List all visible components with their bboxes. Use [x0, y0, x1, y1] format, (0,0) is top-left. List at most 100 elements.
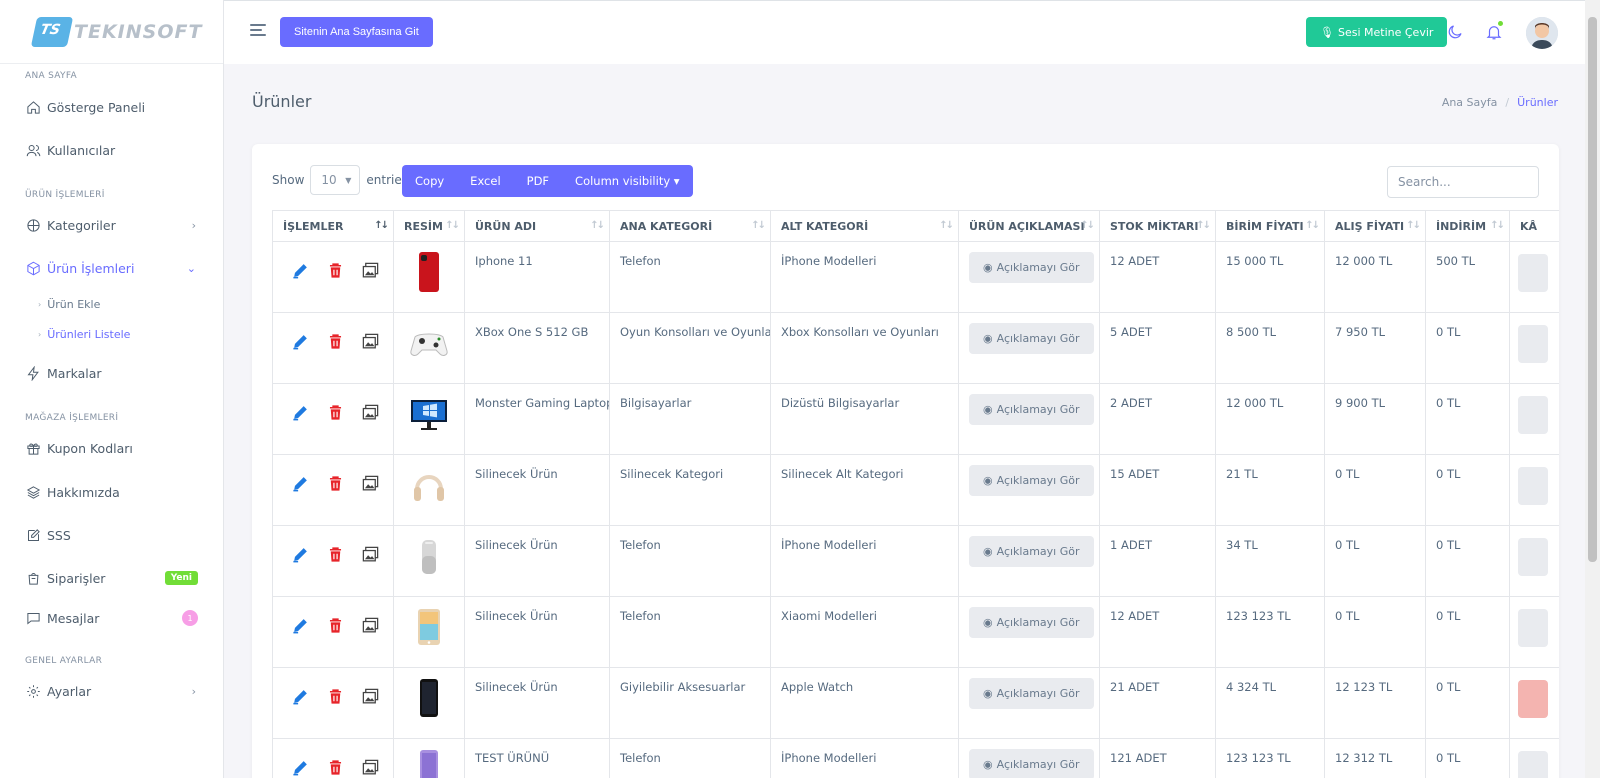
notification-dot — [1496, 19, 1505, 28]
image-gallery-icon[interactable] — [361, 687, 380, 706]
delete-trash-icon[interactable] — [326, 545, 345, 564]
edit-pencil-icon[interactable] — [291, 545, 310, 564]
image-gallery-icon[interactable] — [361, 403, 380, 422]
col-unit-price-header[interactable]: BİRİM FİYATI ↑↓ — [1215, 210, 1325, 242]
unit-price-cell: 123 123 TL — [1215, 596, 1325, 668]
col-image-header[interactable]: RESİM ↑↓ — [393, 210, 465, 242]
image-gallery-icon[interactable] — [361, 261, 380, 280]
buy-price-cell: 0 TL — [1324, 525, 1426, 597]
delete-trash-icon[interactable] — [326, 332, 345, 351]
excel-button[interactable]: Excel — [457, 174, 513, 188]
view-description-button[interactable]: ◉ Açıklamayı Gör — [969, 323, 1094, 354]
view-description-button[interactable]: ◉ Açıklamayı Gör — [969, 465, 1094, 496]
search-input[interactable] — [1387, 166, 1539, 198]
unit-price-cell: 34 TL — [1215, 525, 1325, 597]
avatar[interactable] — [1526, 17, 1558, 49]
pdf-button[interactable]: PDF — [514, 174, 562, 188]
buy-price-cell: 0 TL — [1324, 596, 1426, 668]
delete-trash-icon[interactable] — [326, 758, 345, 777]
breadcrumb-home[interactable]: Ana Sayfa — [1442, 96, 1498, 109]
edit-pencil-icon[interactable] — [291, 474, 310, 493]
table-row: Monster Gaming Laptop Bilgisayarlar Dizüst… — [272, 383, 1559, 455]
edit-pencil-icon[interactable] — [291, 403, 310, 422]
image-gallery-icon[interactable] — [361, 474, 380, 493]
view-description-button[interactable]: ◉ Açıklamayı Gör — [969, 252, 1094, 283]
shopping-bag-icon — [25, 570, 41, 586]
col-sub-category-header[interactable]: ALT KATEGORİ ↑↓ — [770, 210, 959, 242]
sidebar-item-about[interactable]: Hakkımızda — [25, 481, 198, 503]
speech-to-text-button[interactable]: 🎙 Sesi Metine Çevir — [1306, 17, 1448, 47]
moon-icon[interactable] — [1446, 23, 1464, 41]
profit-cell — [1509, 738, 1559, 778]
sidebar-item-dashboard[interactable]: Gösterge Paneli — [25, 96, 198, 118]
menu-toggle-icon[interactable] — [250, 24, 266, 39]
image-gallery-icon[interactable] — [361, 545, 380, 564]
delete-trash-icon[interactable] — [326, 474, 345, 493]
sidebar-subitem-product-list[interactable]: › Ürünleri Listele — [38, 328, 130, 341]
sidebar-subitem-label: Ürünleri Listele — [47, 328, 131, 341]
sidebar-item-categories[interactable]: Kategoriler › — [25, 214, 198, 236]
edit-pencil-icon[interactable] — [291, 616, 310, 635]
bell-icon[interactable] — [1485, 19, 1505, 41]
page-scrollbar[interactable] — [1585, 0, 1600, 778]
delete-trash-icon[interactable] — [326, 261, 345, 280]
col-profit-header[interactable]: KÂ — [1509, 210, 1559, 242]
col-discount-header[interactable]: İNDİRİM ↑↓ — [1425, 210, 1510, 242]
brand-logo[interactable]: TS TEKINSOFT — [0, 0, 223, 64]
edit-pencil-icon[interactable] — [291, 261, 310, 280]
sub-category-cell: Apple Watch — [770, 667, 959, 739]
delete-trash-icon[interactable] — [326, 403, 345, 422]
col-buy-price-header[interactable]: ALIŞ FİYATI ↑↓ — [1324, 210, 1426, 242]
sidebar-item-messages[interactable]: Mesajlar 1 — [25, 607, 198, 629]
edit-pencil-icon[interactable] — [291, 758, 310, 777]
sidebar-item-faq[interactable]: SSS — [25, 524, 198, 546]
col-product-name-header[interactable]: ÜRÜN ADI ↑↓ — [464, 210, 610, 242]
edit-pencil-icon[interactable] — [291, 687, 310, 706]
go-to-site-button[interactable]: Sitenin Ana Sayfasına Git — [280, 17, 433, 47]
profit-cell — [1509, 241, 1559, 313]
column-header-label: RESİM — [404, 219, 443, 233]
edit-pencil-icon[interactable] — [291, 332, 310, 351]
sidebar-subitem-product-add[interactable]: › Ürün Ekle — [38, 298, 100, 311]
description-cell: ◉ Açıklamayı Gör — [958, 312, 1100, 384]
col-actions-header[interactable]: İŞLEMLER ↑↓ — [272, 210, 394, 242]
delete-trash-icon[interactable] — [326, 616, 345, 635]
sidebar-item-brands[interactable]: Markalar — [25, 362, 198, 384]
image-gallery-icon[interactable] — [361, 616, 380, 635]
col-main-category-header[interactable]: ANA KATEGORİ ↑↓ — [609, 210, 771, 242]
image-cell — [393, 383, 465, 455]
sidebar-item-product-ops[interactable]: Ürün İşlemleri ⌄ — [25, 257, 198, 279]
row-actions — [283, 396, 383, 422]
product-name-cell: Monster Gaming Laptop — [464, 383, 610, 455]
sidebar-item-coupons[interactable]: Kupon Kodları — [25, 437, 198, 459]
image-gallery-icon[interactable] — [361, 758, 380, 777]
sidebar-item-label: Markalar — [47, 365, 102, 381]
sidebar-item-settings[interactable]: Ayarlar › — [25, 680, 198, 702]
sidebar-item-users[interactable]: Kullanıcılar — [25, 139, 198, 161]
product-name-cell: XBox One S 512 GB — [464, 312, 610, 384]
image-cell — [393, 241, 465, 313]
col-description-header[interactable]: ÜRÜN AÇIKLAMASI ↑↓ — [958, 210, 1100, 242]
stock-cell: 12 ADET — [1099, 596, 1216, 668]
column-visibility-button[interactable]: Column visibility ▾ — [562, 174, 693, 188]
description-cell: ◉ Açıklamayı Gör — [958, 383, 1100, 455]
entries-select[interactable]: 10 ▼ — [310, 165, 361, 195]
discount-cell: 0 TL — [1425, 454, 1510, 526]
copy-button[interactable]: Copy — [402, 174, 457, 188]
view-description-button[interactable]: ◉ Açıklamayı Gör — [969, 536, 1094, 567]
view-description-label: Açıklamayı Gör — [996, 474, 1080, 487]
view-description-button[interactable]: ◉ Açıklamayı Gör — [969, 607, 1094, 638]
view-description-button[interactable]: ◉ Açıklamayı Gör — [969, 394, 1094, 425]
eye-icon: ◉ — [983, 758, 993, 771]
sidebar: TS TEKINSOFT ANA SAYFA Gösterge Paneli K… — [0, 0, 224, 778]
image-gallery-icon[interactable] — [361, 332, 380, 351]
col-stock-header[interactable]: STOK MİKTARI ↑↓ — [1099, 210, 1216, 242]
scrollbar-thumb[interactable] — [1588, 17, 1597, 562]
sidebar-item-orders[interactable]: Siparişler Yeni — [25, 567, 198, 589]
view-description-button[interactable]: ◉ Açıklamayı Gör — [969, 678, 1094, 709]
delete-trash-icon[interactable] — [326, 687, 345, 706]
speech-to-text-label: Sesi Metine Çevir — [1337, 25, 1434, 39]
view-description-button[interactable]: ◉ Açıklamayı Gör — [969, 749, 1094, 778]
table-row: Silinecek Ürün Silinecek Kategori Silinece… — [272, 454, 1559, 526]
sub-category-cell: İPhone Modelleri — [770, 241, 959, 313]
